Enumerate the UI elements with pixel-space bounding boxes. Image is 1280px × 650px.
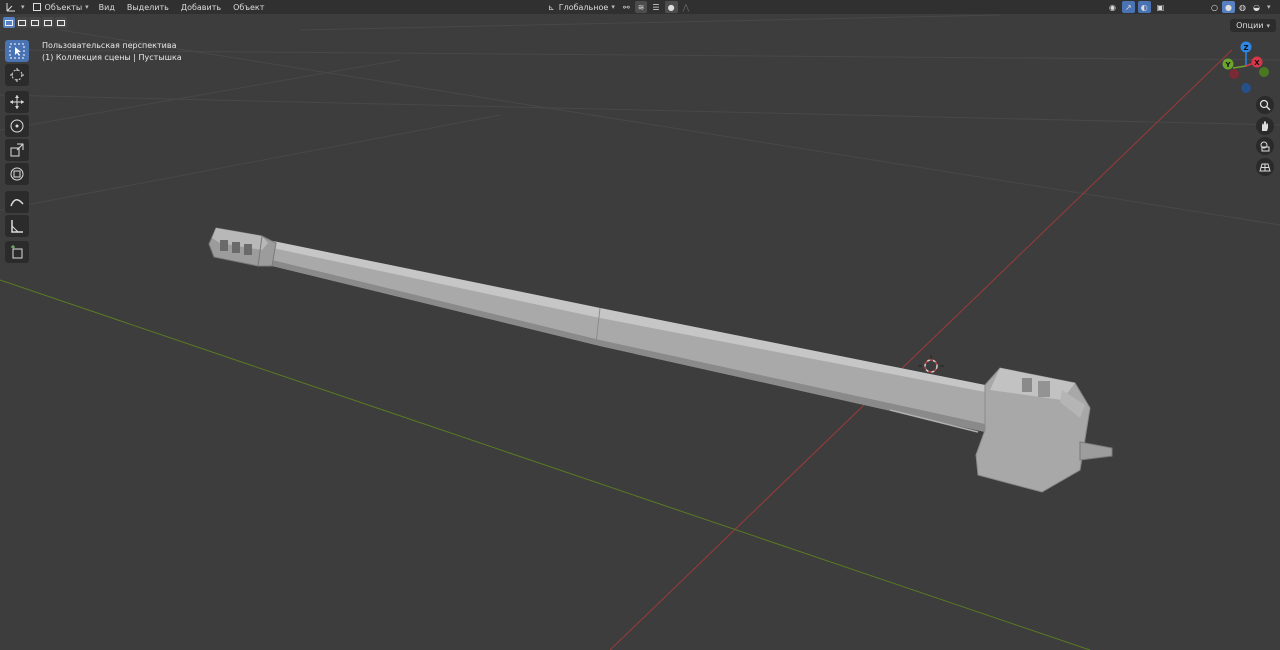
chevron-down-icon: ▾: [611, 3, 615, 11]
camera-icon: [1260, 141, 1270, 152]
floor-grid: [0, 14, 1280, 226]
transform-icon: [10, 167, 24, 181]
ortho-toggle-button[interactable]: [1256, 158, 1274, 176]
editor-type-button[interactable]: ▾: [0, 0, 29, 14]
visibility-group: ◉ ↗ ◐ ▣: [1106, 0, 1167, 14]
overlays-icon[interactable]: ◐: [1137, 1, 1151, 13]
add-cube-icon: [11, 245, 23, 259]
mode-label: Объекты: [44, 2, 83, 12]
shading-group: ○ ● ◍ ◒ ▾: [1208, 0, 1270, 14]
viewport-info: Пользовательская перспектива (1) Коллекц…: [42, 40, 182, 64]
orientation-dropdown[interactable]: ⊾ Глобальное ▾: [548, 0, 615, 14]
mode-dropdown[interactable]: Объекты ▾: [32, 0, 89, 14]
menu-view[interactable]: Вид: [93, 0, 121, 14]
material-shading-icon[interactable]: ◍: [1236, 1, 1249, 13]
chevron-down-icon: ▾: [85, 3, 89, 11]
measure-icon: [11, 220, 23, 233]
cursor-icon: [10, 68, 24, 82]
annotate-icon: [10, 199, 24, 207]
scale-tool[interactable]: [5, 139, 29, 161]
gizmo-y-label: Y: [1224, 61, 1231, 69]
select-cursor-icon: [9, 43, 25, 59]
orientation-label: Глобальное: [558, 2, 609, 12]
select-new-icon[interactable]: [3, 17, 15, 28]
snap-icon[interactable]: ≋: [634, 1, 648, 13]
falloff-icon[interactable]: ⋀: [680, 1, 693, 13]
barrel-highlight: [268, 240, 985, 392]
visibility-icon[interactable]: ◉: [1106, 1, 1119, 13]
barrel-model[interactable]: [208, 227, 1113, 493]
cursor-tool[interactable]: [5, 64, 29, 86]
gizmo-z-label: Z: [1243, 44, 1248, 52]
gizmo-neg-z[interactable]: [1241, 83, 1251, 93]
zoom-button[interactable]: [1256, 96, 1274, 114]
muzzle-brake: [208, 227, 277, 267]
grid-ortho-icon: [1259, 163, 1271, 172]
orientation-icon: ⊾: [548, 2, 555, 12]
solid-shading-icon[interactable]: ●: [1221, 1, 1235, 13]
snap-target-icon[interactable]: ☰: [649, 1, 662, 13]
gizmo-neg-x[interactable]: [1229, 69, 1239, 79]
measure-tool[interactable]: [5, 215, 29, 237]
xray-icon[interactable]: ▣: [1154, 1, 1168, 13]
chevron-down-icon[interactable]: ▾: [1267, 3, 1271, 11]
selection-mode-group: [3, 17, 67, 28]
menu-object[interactable]: Объект: [227, 0, 270, 14]
select-extend-icon[interactable]: [16, 17, 28, 28]
3d-cursor-icon[interactable]: [918, 355, 944, 373]
gizmo-toggle-icon[interactable]: ↗: [1121, 1, 1135, 13]
select-subtract-icon[interactable]: [29, 17, 41, 28]
zoom-icon: [1259, 99, 1271, 111]
move-tool[interactable]: [5, 91, 29, 113]
add-cube-tool[interactable]: [5, 241, 29, 263]
chevron-down-icon: ▾: [21, 3, 25, 11]
camera-view-button[interactable]: [1256, 137, 1274, 155]
navigation-gizmo[interactable]: Z Y X: [1222, 41, 1270, 94]
breech-block: [975, 367, 1113, 493]
collection-info: (1) Коллекция сцены | Пустышка: [42, 53, 182, 62]
rendered-shading-icon[interactable]: ◒: [1250, 1, 1263, 13]
proportional-edit-icon[interactable]: ●: [664, 1, 678, 13]
chevron-down-icon: ▾: [1266, 21, 1270, 30]
menu-select[interactable]: Выделить: [121, 0, 175, 14]
wireframe-shading-icon[interactable]: ○: [1208, 1, 1221, 13]
transform-tool[interactable]: [5, 163, 29, 185]
options-button[interactable]: Опции ▾: [1230, 19, 1276, 32]
pivot-snap-group: ⚯ ≋ ☰ ● ⋀: [620, 0, 692, 14]
options-label: Опции: [1236, 21, 1264, 30]
rotate-tool[interactable]: [5, 115, 29, 137]
move-icon: [10, 95, 24, 109]
rotate-icon: [10, 119, 24, 133]
select-invert-icon[interactable]: [42, 17, 54, 28]
editor-type-icon: [6, 2, 15, 11]
y-axis-line: [0, 279, 1091, 650]
pan-button[interactable]: [1256, 117, 1274, 135]
menu-add[interactable]: Добавить: [175, 0, 227, 14]
select-box-tool[interactable]: [5, 40, 29, 62]
annotate-tool[interactable]: [5, 191, 29, 213]
gizmo-neg-y[interactable]: [1259, 67, 1269, 77]
object-mode-icon: [32, 3, 41, 11]
scale-icon: [10, 143, 24, 157]
link-icon[interactable]: ⚯: [620, 1, 633, 13]
viewport-header: ▾ Объекты ▾ Вид Выделить Добавить Объект…: [0, 0, 1280, 14]
select-intersect-icon[interactable]: [55, 17, 67, 28]
hand-pan-icon: [1262, 121, 1268, 131]
view-name: Пользовательская перспектива: [42, 41, 177, 50]
gizmo-x-label: X: [1254, 59, 1260, 67]
3d-viewport[interactable]: Z Y X: [0, 0, 1280, 650]
